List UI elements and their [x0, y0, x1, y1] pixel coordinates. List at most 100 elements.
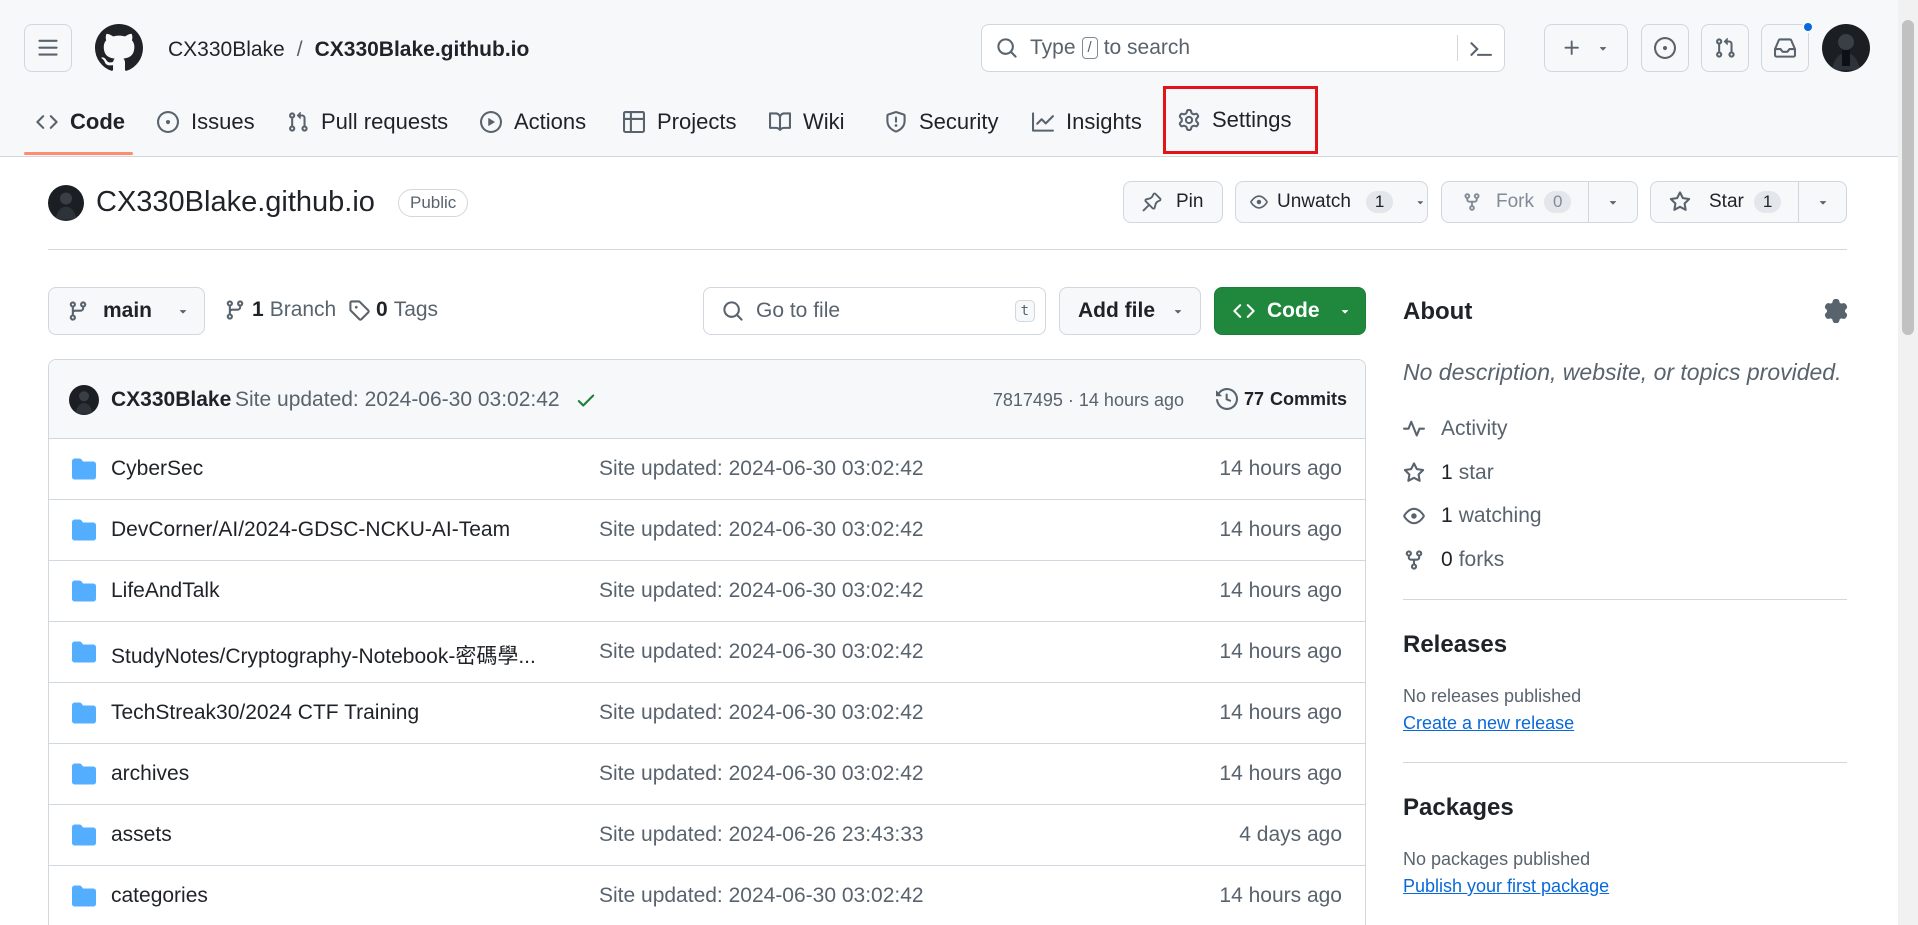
repo-title[interactable]: CX330Blake.github.io [96, 186, 375, 219]
tab-projects[interactable]: Projects [623, 92, 736, 152]
repo-forked-icon [1405, 550, 1423, 570]
sidebar-divider [1403, 599, 1847, 600]
table-row[interactable]: TechStreak30/2024 CTF Training Site updat… [48, 682, 1366, 743]
pin-button[interactable]: Pin [1123, 181, 1223, 223]
fork-button[interactable]: Fork 0 [1441, 181, 1589, 223]
breadcrumb-repo[interactable]: CX330Blake.github.io [315, 38, 530, 62]
forks-link[interactable]: 0 forks [1403, 548, 1504, 572]
tab-code[interactable]: Code [36, 92, 125, 152]
unwatch-button[interactable]: Unwatch 1 [1235, 181, 1428, 223]
tab-issues-label: Issues [191, 109, 255, 134]
forks-label: forks [1458, 548, 1505, 571]
notification-dot [1802, 21, 1814, 33]
file-commit-message[interactable]: Site updated: 2024-06-26 23:43:33 [599, 823, 924, 847]
star-button[interactable]: Star 1 [1650, 181, 1799, 223]
tab-issues[interactable]: Issues [157, 92, 255, 152]
folder-icon-wrap [72, 823, 96, 847]
table-row[interactable]: categories Site updated: 2024-06-30 03:02… [48, 865, 1366, 925]
table-row[interactable]: CyberSec Site updated: 2024-06-30 03:02:4… [48, 438, 1366, 499]
commit-message[interactable]: Site updated: 2024-06-30 03:02:42 [235, 388, 560, 412]
stars-link[interactable]: 1 star [1403, 461, 1494, 485]
commit-author[interactable]: CX330Blake [111, 388, 231, 412]
issues-button[interactable] [1641, 24, 1689, 72]
star-counter: 1 [1753, 191, 1782, 213]
book-icon [769, 112, 791, 131]
file-commit-message[interactable]: Site updated: 2024-06-30 03:02:42 [599, 640, 924, 664]
watchers-link[interactable]: 1 watching [1403, 504, 1542, 528]
file-commit-message[interactable]: Site updated: 2024-06-30 03:02:42 [599, 884, 924, 908]
file-commit-message[interactable]: Site updated: 2024-06-30 03:02:42 [599, 701, 924, 725]
repo-avatar[interactable] [48, 185, 84, 221]
menu-button[interactable] [24, 24, 72, 72]
file-name-link[interactable]: CyberSec [111, 457, 203, 481]
folder-icon-wrap [72, 701, 96, 725]
tags-link[interactable]: 0 Tags [348, 298, 438, 322]
chevron-down-icon [1417, 201, 1424, 205]
file-commit-message[interactable]: Site updated: 2024-06-30 03:02:42 [599, 457, 924, 481]
file-commit-message[interactable]: Site updated: 2024-06-30 03:02:42 [599, 762, 924, 786]
file-commit-message[interactable]: Site updated: 2024-06-30 03:02:42 [599, 579, 924, 603]
branches-link[interactable]: 1 Branch [224, 298, 336, 322]
search-input[interactable]: Type / to search [981, 24, 1505, 72]
create-new-button[interactable] [1544, 24, 1628, 72]
page-scrollbar[interactable] [1898, 0, 1918, 925]
table-row[interactable]: DevCorner/AI/2024-GDSC-NCKU-AI-Team Site … [48, 499, 1366, 560]
search-placeholder-type: Type [1030, 36, 1076, 59]
tab-security[interactable]: Security [885, 92, 998, 152]
github-logo[interactable] [95, 24, 143, 72]
publish-package-link[interactable]: Publish your first package [1403, 876, 1609, 897]
folder-icon-wrap [72, 457, 96, 481]
releases-heading[interactable]: Releases [1403, 631, 1507, 659]
file-name-link[interactable]: archives [111, 762, 189, 786]
activity-link[interactable]: Activity [1403, 417, 1508, 441]
commits-history-link[interactable]: 77 Commits [1215, 388, 1347, 410]
folder-icon [72, 885, 96, 907]
chevron-down-icon [1599, 47, 1607, 51]
tab-projects-label: Projects [657, 109, 737, 134]
commit-count-label: Commits [1269, 388, 1347, 409]
breadcrumb-owner[interactable]: CX330Blake [168, 38, 285, 62]
file-name-link[interactable]: DevCorner/AI/2024-GDSC-NCKU-AI-Team [111, 518, 510, 542]
table-row[interactable]: assets Site updated: 2024-06-26 23:43:33 4… [48, 804, 1366, 865]
git-branch-icon [226, 300, 244, 320]
scrollbar-thumb[interactable] [1902, 20, 1914, 335]
create-release-link[interactable]: Create a new release [1403, 713, 1574, 734]
file-name-link[interactable]: LifeAndTalk [111, 579, 220, 603]
tab-wiki[interactable]: Wiki [769, 92, 845, 152]
file-name-link[interactable]: StudyNotes/Cryptography-Notebook-密碼學... [111, 640, 536, 670]
tab-pull-requests[interactable]: Pull requests [287, 92, 448, 152]
file-commit-message[interactable]: Site updated: 2024-06-30 03:02:42 [599, 518, 924, 542]
add-file-button[interactable]: Add file [1059, 287, 1201, 335]
file-name-link[interactable]: categories [111, 884, 208, 908]
gear-icon[interactable] [1824, 299, 1848, 323]
pull-requests-button[interactable] [1701, 24, 1749, 72]
branch-selector[interactable]: main [48, 287, 205, 335]
tab-actions[interactable]: Actions [480, 92, 586, 152]
code-dropdown-button[interactable]: Code [1214, 287, 1366, 335]
go-to-file-input[interactable]: Go to file t [703, 287, 1046, 335]
check-icon[interactable] [575, 389, 597, 411]
pin-icon [1142, 192, 1162, 212]
packages-heading[interactable]: Packages [1403, 794, 1514, 822]
file-name-link[interactable]: assets [111, 823, 172, 847]
command-palette-icon[interactable] [1470, 38, 1492, 60]
tab-code-label: Code [70, 109, 125, 134]
inbox-button[interactable] [1761, 21, 1814, 72]
tab-insights[interactable]: Insights [1032, 92, 1142, 152]
table-row[interactable]: LifeAndTalk Site updated: 2024-06-30 03:0… [48, 560, 1366, 621]
file-name-link[interactable]: TechStreak30/2024 CTF Training [111, 701, 419, 725]
stars-label: star [1458, 461, 1494, 484]
fork-dropdown-button[interactable] [1588, 181, 1638, 223]
tab-settings[interactable]: Settings [1163, 86, 1318, 154]
table-row[interactable]: StudyNotes/Cryptography-Notebook-密碼學... S… [48, 621, 1366, 682]
table-row[interactable]: archives Site updated: 2024-06-30 03:02:4… [48, 743, 1366, 804]
fork-counter: 0 [1544, 191, 1572, 213]
commit-hash[interactable]: 7817495 [993, 390, 1063, 411]
stars-text: 1 star [1441, 461, 1494, 485]
chevron-down-icon [1819, 201, 1826, 205]
about-heading: About [1403, 298, 1473, 325]
user-avatar[interactable] [1822, 24, 1870, 72]
star-dropdown-button[interactable] [1798, 181, 1847, 223]
stars-count: 1 [1441, 461, 1453, 484]
commit-author-avatar[interactable] [69, 385, 99, 415]
